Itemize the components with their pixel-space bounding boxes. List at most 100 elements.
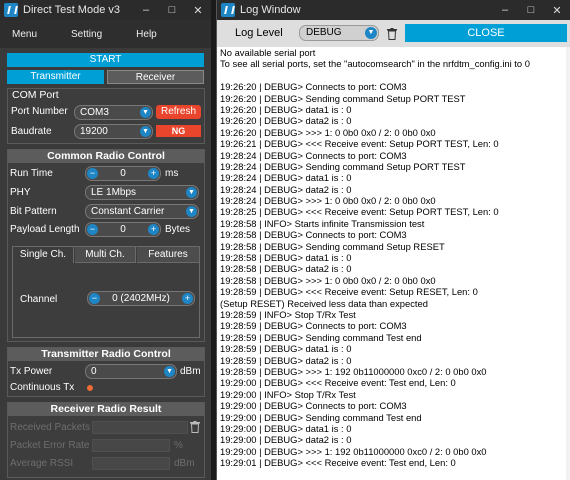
log-line: 19:29:00 | INFO> Stop T/Rx Test (220, 388, 356, 400)
com-port-panel: COM Port Port Number COM3 ▼ Refresh Baud… (7, 88, 205, 144)
chevron-down-icon: ▼ (140, 107, 151, 118)
log-scrollbar[interactable] (566, 47, 570, 480)
log-line: 19:28:58 | DEBUG> >>> 1: 0 0b0 0x0 / 2: … (220, 274, 436, 286)
log-toolbar: Log Level DEBUG ▼ CLOSE (217, 20, 570, 47)
menu-item-setting[interactable]: Setting (71, 29, 102, 40)
minus-icon[interactable]: − (89, 293, 100, 304)
tab-single-ch[interactable]: Single Ch. (13, 247, 74, 263)
minimize-icon[interactable]: – (492, 0, 518, 20)
plus-icon[interactable]: + (182, 293, 193, 304)
log-line: 19:28:59 | DEBUG> data1 is : 0 (220, 343, 352, 355)
log-line: 19:26:20 | DEBUG> >>> 1: 0 0b0 0x0 / 2: … (220, 126, 436, 138)
tab-transmitter[interactable]: Transmitter (7, 70, 104, 84)
continuous-tx-toggle[interactable] (87, 385, 93, 391)
phy-select[interactable]: LE 1Mbps ▼ (85, 185, 199, 200)
status-badge: NG (156, 125, 201, 137)
log-line: 19:29:00 | DEBUG> data1 is : 0 (220, 422, 352, 434)
tx-power-label: Tx Power (10, 366, 53, 377)
log-line: 19:28:58 | DEBUG> Connects to port: COM3 (220, 229, 407, 241)
maximize-icon[interactable]: □ (159, 0, 185, 20)
packet-error-rate-field (92, 439, 170, 452)
log-line: 19:28:58 | DEBUG> data2 is : 0 (220, 263, 352, 275)
log-level-select[interactable]: DEBUG ▼ (299, 25, 379, 41)
tx-radio-panel: Transmitter Radio Control Tx Power 0 ▼ d… (7, 347, 205, 397)
run-time-unit: ms (165, 168, 179, 179)
log-line: 19:29:01 | DEBUG> <<< Receive event: Tes… (220, 457, 456, 469)
menu-item-help[interactable]: Help (136, 29, 157, 40)
port-number-select[interactable]: COM3 ▼ (74, 105, 153, 120)
log-line: 19:29:00 | DEBUG> Connects to port: COM3 (220, 400, 407, 412)
log-line: 19:29:00 | DEBUG> <<< Receive event: Tes… (220, 377, 456, 389)
refresh-button[interactable]: Refresh (156, 105, 201, 119)
log-line: 19:28:24 | DEBUG> >>> 1: 0 0b0 0x0 / 2: … (220, 195, 436, 207)
chevron-down-icon: ▼ (186, 187, 197, 198)
common-radio-panel: Common Radio Control Run Time − 0 + ms P… (7, 149, 205, 342)
log-line: 19:29:00 | DEBUG> >>> 1: 192 0b11000000 … (220, 445, 487, 457)
log-line: 19:26:20 | DEBUG> data2 is : 0 (220, 115, 352, 127)
log-line: 19:26:20 | DEBUG> data1 is : 0 (220, 103, 352, 115)
log-line: 19:28:59 | DEBUG> >>> 1: 192 0b11000000 … (220, 365, 487, 377)
log-output: No available serial port To see all seria… (220, 47, 566, 468)
chevron-down-icon: ▼ (140, 126, 151, 137)
payload-length-value: 0 (120, 224, 126, 235)
minus-icon[interactable]: − (87, 224, 98, 235)
start-button[interactable]: START (7, 53, 204, 67)
app-logo-icon (4, 3, 18, 17)
log-line: 19:28:59 | DEBUG> <<< Receive event: Set… (220, 286, 478, 298)
channel-value: 0 (2402MHz) (112, 293, 170, 304)
log-line: 19:28:58 | DEBUG> data1 is : 0 (220, 252, 352, 264)
trash-icon[interactable] (190, 420, 200, 433)
chevron-down-icon: ▼ (164, 366, 175, 377)
bit-pattern-label: Bit Pattern (10, 206, 57, 217)
close-icon[interactable]: ✕ (185, 0, 211, 20)
average-rssi-label: Average RSSI (10, 458, 74, 469)
menu-item-menu[interactable]: Menu (12, 29, 37, 40)
plus-icon[interactable]: + (148, 168, 159, 179)
tx-radio-heading: Transmitter Radio Control (8, 348, 204, 361)
log-line: 19:26:21 | DEBUG> <<< Receive event: Set… (220, 138, 499, 150)
log-line: 19:28:58 | DEBUG> Sending command Setup … (220, 240, 445, 252)
close-log-button[interactable]: CLOSE (405, 24, 567, 42)
tab-multi-ch[interactable]: Multi Ch. (75, 247, 136, 263)
log-line: No available serial port (220, 47, 316, 58)
baudrate-value: 19200 (80, 126, 108, 137)
channel-stepper[interactable]: − 0 (2402MHz) + (87, 291, 195, 306)
received-packets-field (92, 421, 188, 434)
minus-icon[interactable]: − (87, 168, 98, 179)
dtm-title: Direct Test Mode v3 (23, 4, 121, 16)
tx-power-unit: dBm (180, 366, 201, 377)
trash-icon[interactable] (387, 27, 397, 40)
run-time-stepper[interactable]: − 0 + (85, 166, 161, 181)
packet-error-rate-label: Packet Error Rate (10, 440, 90, 451)
app-logo-icon (221, 3, 235, 17)
log-line: (Setup RESET) Received less data than ex… (220, 297, 428, 309)
minimize-icon[interactable]: – (133, 0, 159, 20)
dtm-titlebar: Direct Test Mode v3 – □ ✕ (0, 0, 211, 20)
close-icon[interactable]: ✕ (544, 0, 570, 20)
plus-icon[interactable]: + (148, 224, 159, 235)
menu-bar: Menu Setting Help (0, 20, 211, 48)
continuous-tx-label: Continuous Tx (10, 382, 75, 393)
log-level-value: DEBUG (306, 27, 342, 38)
log-line: 19:28:59 | DEBUG> data2 is : 0 (220, 354, 352, 366)
log-window: Log Window – □ ✕ Log Level DEBUG ▼ CLOSE… (216, 0, 570, 480)
tx-power-select[interactable]: 0 ▼ (85, 364, 177, 379)
log-titlebar: Log Window – □ ✕ (217, 0, 570, 20)
log-line: 19:28:24 | DEBUG> Sending command Setup … (220, 160, 466, 172)
chevron-down-icon: ▼ (365, 27, 377, 39)
bit-pattern-select[interactable]: Constant Carrier ▼ (85, 204, 199, 219)
log-line: To see all serial ports, set the "autoco… (220, 58, 530, 70)
channel-tab-area: Single Ch. Multi Ch. Features Channel − … (12, 246, 200, 338)
log-line: 19:29:00 | DEBUG> data2 is : 0 (220, 434, 352, 446)
payload-length-stepper[interactable]: − 0 + (85, 222, 161, 237)
tab-receiver[interactable]: Receiver (107, 70, 204, 84)
baudrate-select[interactable]: 19200 ▼ (74, 124, 153, 139)
log-line: 19:28:24 | DEBUG> data1 is : 0 (220, 172, 352, 184)
maximize-icon[interactable]: □ (518, 0, 544, 20)
payload-length-label: Payload Length (10, 224, 80, 235)
tab-features[interactable]: Features (137, 247, 199, 263)
phy-value: LE 1Mbps (91, 187, 137, 198)
log-line: 19:28:24 | DEBUG> data2 is : 0 (220, 183, 352, 195)
com-port-heading: COM Port (12, 89, 59, 101)
